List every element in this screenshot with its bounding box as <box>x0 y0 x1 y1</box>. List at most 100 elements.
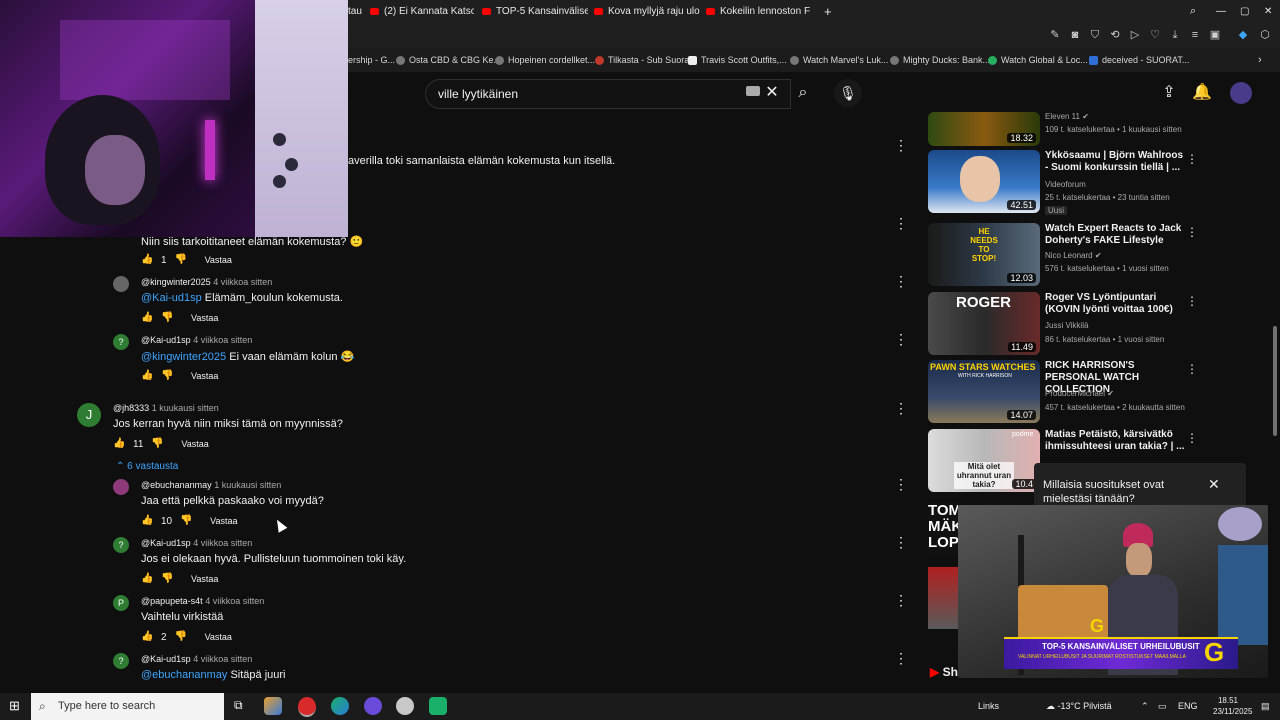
avatar[interactable]: P <box>113 595 129 611</box>
video-thumbnail[interactable]: podme Mitä olet uhrannut uran takia? 10.… <box>928 429 1040 492</box>
comment-menu-icon[interactable]: ⋮ <box>894 400 908 417</box>
tab-partial[interactable]: tauti <box>348 0 362 22</box>
extension-icon[interactable]: ◆ <box>1236 28 1250 42</box>
video-title[interactable]: Roger VS Lyöntipuntari (KOVIN lyönti voi… <box>1045 292 1185 316</box>
links-toolbar[interactable]: Links <box>978 693 999 720</box>
camera-icon[interactable]: ◙ <box>1068 28 1082 42</box>
bookmark[interactable]: Tilkasta - Sub Suora <box>595 48 689 72</box>
avatar[interactable]: ? <box>113 653 129 669</box>
comment-menu-icon[interactable]: ⋮ <box>894 215 908 232</box>
network-icon[interactable]: ▭ <box>1158 693 1167 720</box>
comment-author[interactable]: @papupeta-s4t 4 viikkoa sitten <box>141 596 264 606</box>
avatar[interactable] <box>113 276 129 292</box>
replies-toggle[interactable]: ⌃ 6 vastausta <box>116 461 178 472</box>
reply-button[interactable]: Vastaa <box>191 313 218 323</box>
video-title[interactable]: Watch Expert Reacts to Jack Doherty's FA… <box>1045 223 1185 247</box>
like-icon[interactable]: 👍 <box>141 573 153 585</box>
comment-menu-icon[interactable]: ⋮ <box>894 331 908 348</box>
bookmark[interactable]: Hopeinen cordellket... <box>495 48 595 72</box>
comment-menu-icon[interactable]: ⋮ <box>894 137 908 154</box>
like-icon[interactable]: 👍 <box>141 631 153 643</box>
comment-author[interactable]: @Kai-ud1sp 4 viikkoa sitten <box>141 335 252 345</box>
video-card[interactable]: HE NEEDS TO STOP! 12.03 Watch Expert Rea… <box>928 223 1258 287</box>
dislike-icon[interactable]: 👎 <box>175 254 187 266</box>
mention-link[interactable]: @ebuchananmay <box>141 669 227 681</box>
download-icon[interactable]: ⤓ <box>1168 28 1182 42</box>
menu-icon[interactable]: ≡ <box>1188 28 1202 42</box>
keyboard-icon[interactable] <box>746 86 760 96</box>
create-icon[interactable]: ⇪ <box>1159 83 1179 103</box>
avatar[interactable]: J <box>77 403 101 427</box>
like-icon[interactable]: 👍 <box>141 515 153 527</box>
video-title[interactable]: Matias Petäistö, kärsivätkö ihmissuhtees… <box>1045 429 1185 453</box>
like-icon[interactable]: 👍 <box>113 438 125 450</box>
video-menu-icon[interactable]: ⋮ <box>1186 294 1198 308</box>
dislike-icon[interactable]: 👎 <box>151 438 163 450</box>
bookmark[interactable]: Watch Global & Loc... <box>988 48 1088 72</box>
notifications-icon[interactable]: ▤ <box>1261 693 1270 720</box>
avatar[interactable]: ? <box>113 537 129 553</box>
maximize-icon[interactable]: ▢ <box>1240 0 1252 22</box>
clock[interactable]: 18.51 23/11/2025 <box>1213 695 1252 717</box>
close-window-icon[interactable]: ✕ <box>1264 0 1276 22</box>
comment-author[interactable]: @Kai-ud1sp 4 viikkoa sitten <box>141 654 252 664</box>
avatar[interactable] <box>113 479 129 495</box>
search-tabs-icon[interactable]: ⌕ <box>1190 0 1204 22</box>
comment-menu-icon[interactable]: ⋮ <box>894 534 908 551</box>
comment-menu-icon[interactable]: ⋮ <box>894 592 908 609</box>
bookmark[interactable]: Osta CBD & CBG Ke... <box>396 48 501 72</box>
video-thumbnail[interactable]: PAWN STARS WATCHES WITH RICK HARRISON 14… <box>928 360 1040 423</box>
like-icon[interactable]: 👍 <box>141 312 153 324</box>
browser-tab[interactable]: TOP-5 Kansainväliset urh... <box>482 0 588 22</box>
history-icon[interactable]: ⟲ <box>1108 28 1122 42</box>
heart-icon[interactable]: ♡ <box>1148 28 1162 42</box>
notifications-icon[interactable]: 🔔 <box>1192 83 1212 103</box>
comment-author[interactable]: @Kai-ud1sp 4 viikkoa sitten <box>141 538 252 548</box>
dislike-icon[interactable]: 👎 <box>161 370 173 382</box>
discord-icon[interactable] <box>364 697 382 715</box>
task-view-icon[interactable]: ⧉ <box>234 698 243 713</box>
taskbar-search[interactable]: ⌕ Type here to search <box>31 693 224 720</box>
clear-search-icon[interactable]: ✕ <box>762 83 782 103</box>
video-thumbnail[interactable] <box>928 567 958 629</box>
reply-button[interactable]: Vastaa <box>210 516 237 526</box>
reply-button[interactable]: Vastaa <box>191 574 218 584</box>
channel-name[interactable]: Nico Leonard ✔ <box>1045 251 1102 260</box>
mention-link[interactable]: @kingwinter2025 <box>141 351 226 363</box>
weather-widget[interactable]: ☁ -13°C Pilvistä <box>1046 693 1112 720</box>
comment-menu-icon[interactable]: ⋮ <box>894 650 908 667</box>
new-tab-button[interactable]: + <box>824 0 836 22</box>
browser-tab[interactable]: Kova myllyjä raju ulosajo <box>594 0 700 22</box>
dislike-icon[interactable]: 👎 <box>161 312 173 324</box>
tray-overflow-icon[interactable]: ⌃ <box>1141 693 1149 720</box>
dislike-icon[interactable]: 👎 <box>175 631 187 643</box>
reply-button[interactable]: Vastaa <box>191 371 218 381</box>
video-thumbnail[interactable]: HE NEEDS TO STOP! 12.03 <box>928 223 1040 286</box>
channel-name[interactable]: ProducerMichael ✔ <box>1045 389 1114 398</box>
video-thumbnail[interactable]: ROGER 11.49 <box>928 292 1040 355</box>
video-card[interactable]: ROGER 11.49 Roger VS Lyöntipuntari (KOVI… <box>928 292 1258 356</box>
comment-author[interactable]: @ebuchananmay 1 kuukausi sitten <box>141 480 281 490</box>
avatar[interactable] <box>1230 82 1252 104</box>
bookmark[interactable]: Watch Marvel's Luk... <box>790 48 888 72</box>
like-icon[interactable]: 👍 <box>141 370 153 382</box>
lock-icon[interactable]: ▣ <box>1208 28 1222 42</box>
video-title[interactable]: Ykkösaamu | Björn Wahlroos - Suomi konku… <box>1045 150 1185 174</box>
bookmark[interactable]: deceived - SUORAT... <box>1089 48 1189 72</box>
video-thumbnail[interactable]: 18.32 <box>928 112 1040 146</box>
video-card[interactable]: PAWN STARS WATCHES WITH RICK HARRISON 14… <box>928 360 1258 424</box>
avatar[interactable]: ? <box>113 334 129 350</box>
reply-button[interactable]: Vastaa <box>205 255 232 265</box>
browser-tab[interactable]: (2) Ei Kannata Katsoa... <box>370 0 474 22</box>
video-menu-icon[interactable]: ⋮ <box>1186 225 1198 239</box>
dislike-icon[interactable]: 👎 <box>180 515 192 527</box>
comment-author[interactable]: @kingwinter2025 4 viikkoa sitten <box>141 277 272 287</box>
opera-icon[interactable] <box>298 697 316 717</box>
reply-button[interactable]: Vastaa <box>205 632 232 642</box>
edge-icon[interactable] <box>331 697 349 715</box>
app-icon[interactable] <box>264 697 282 715</box>
close-icon[interactable]: ✕ <box>1208 476 1220 493</box>
channel-name[interactable]: Jussi Vikkilä <box>1045 321 1088 330</box>
bookmarks-overflow-icon[interactable]: › <box>1258 48 1262 72</box>
bookmark[interactable]: ership - G... <box>348 48 395 72</box>
